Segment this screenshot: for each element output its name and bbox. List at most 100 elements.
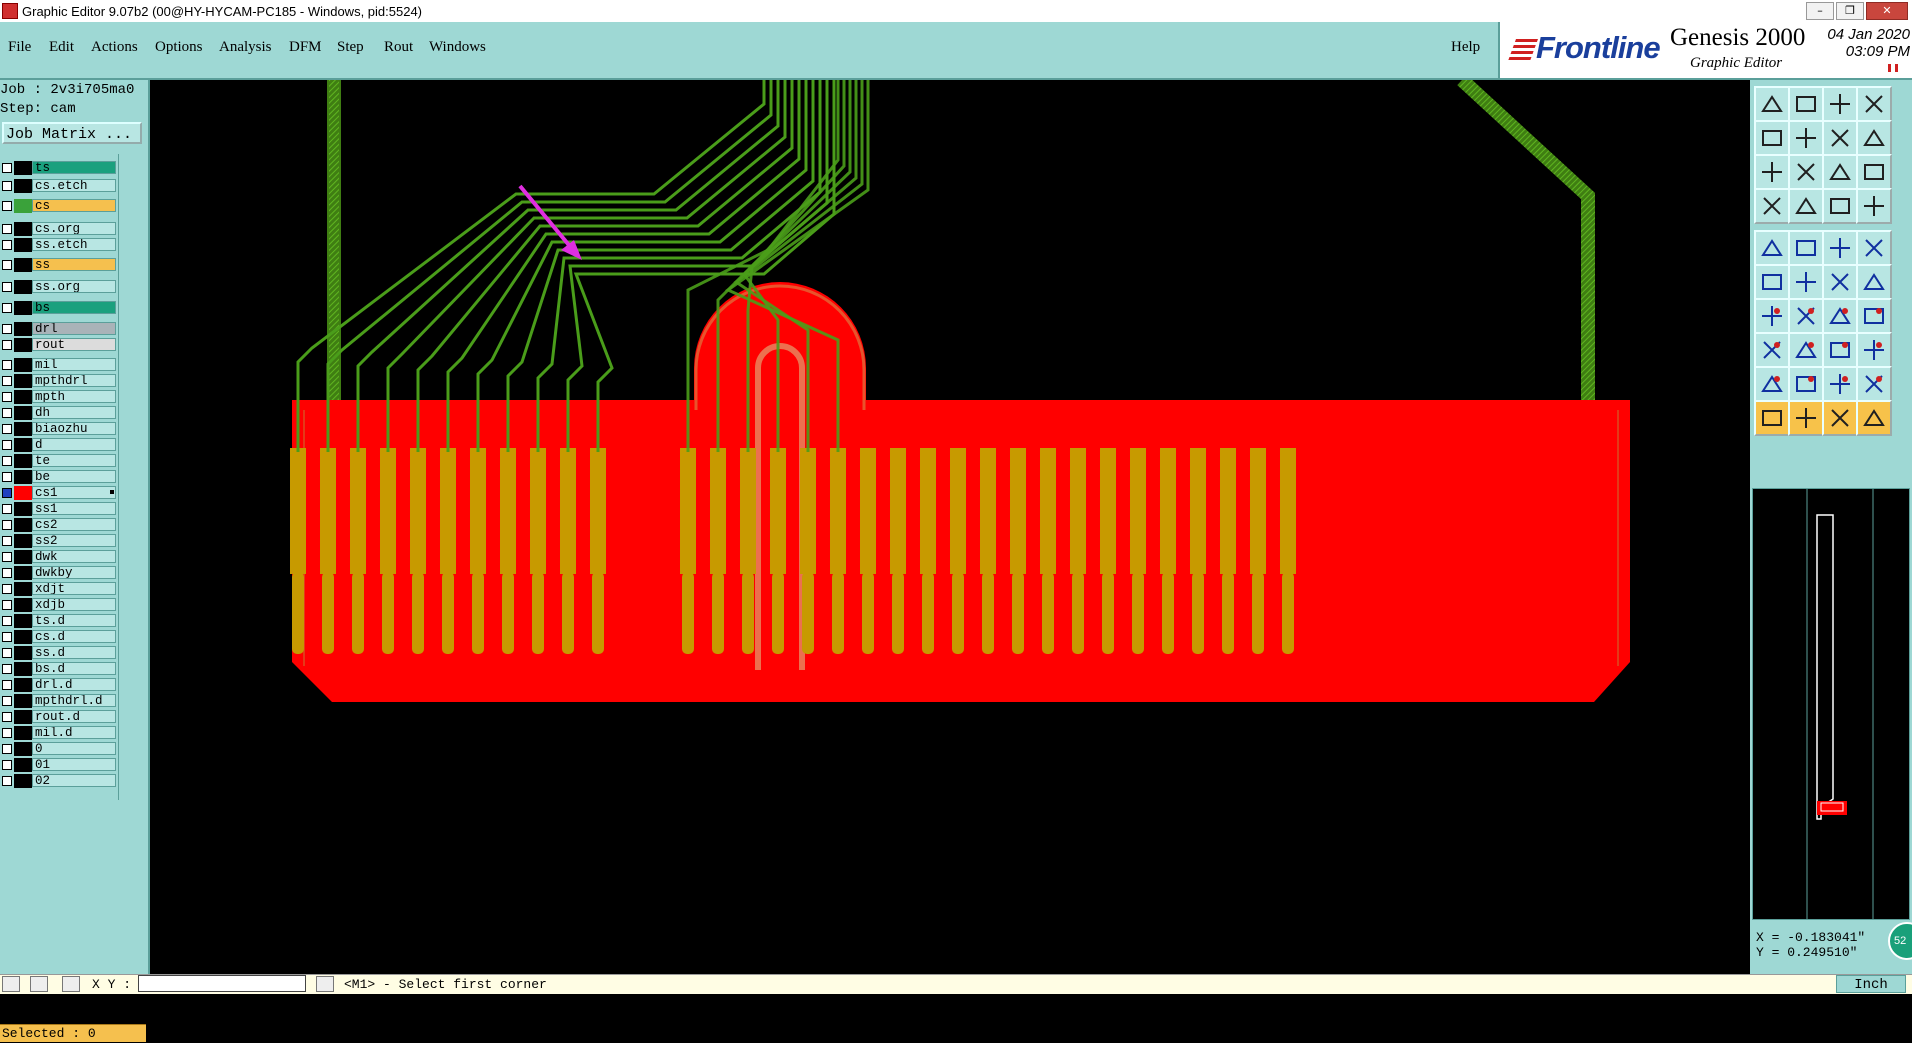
layer-checkbox[interactable]	[2, 163, 12, 173]
layer-color-swatch[interactable]	[14, 199, 32, 213]
layer-checkbox[interactable]	[2, 680, 12, 690]
layer-checkbox[interactable]	[2, 664, 12, 674]
layer-row-ss-d[interactable]: ss.d	[0, 646, 118, 660]
minus-icon[interactable]	[1788, 332, 1824, 368]
layer-name[interactable]: cs	[32, 199, 116, 212]
bridge-icon[interactable]	[1822, 366, 1858, 402]
layer-row-0[interactable]: 0	[0, 742, 118, 756]
layer-row-d[interactable]: d	[0, 438, 118, 452]
layer-checkbox[interactable]	[2, 360, 12, 370]
layer-row-ss1[interactable]: ss1	[0, 502, 118, 516]
pad-icon[interactable]	[1754, 230, 1790, 266]
layer-row-dwkby[interactable]: dwkby	[0, 566, 118, 580]
layer-checkbox[interactable]	[2, 712, 12, 722]
layer-row-ss-etch[interactable]: ss.etch	[0, 238, 118, 252]
layer-checkbox[interactable]	[2, 536, 12, 546]
layer-color-swatch[interactable]	[14, 258, 32, 272]
units-button[interactable]: Inch	[1836, 975, 1906, 993]
layer-name[interactable]: bs.d	[32, 662, 116, 675]
edge-icon[interactable]	[1754, 298, 1790, 334]
layer-checkbox[interactable]	[2, 696, 12, 706]
layer-row-cs[interactable]: cs	[0, 199, 118, 213]
layer-name[interactable]: mpthdrl	[32, 374, 116, 387]
layer-color-swatch[interactable]	[14, 179, 32, 193]
layer-name[interactable]: rout	[32, 338, 116, 351]
menu-options[interactable]: Options	[155, 39, 203, 56]
select-box-icon[interactable]	[1788, 400, 1824, 436]
layer-color-swatch[interactable]	[14, 502, 32, 516]
layer-name[interactable]: ts.d	[32, 614, 116, 627]
layer-checkbox[interactable]	[2, 340, 12, 350]
layer-row-mil-d[interactable]: mil.d	[0, 726, 118, 740]
layer-name[interactable]: ss2	[32, 534, 116, 547]
layers-icon[interactable]	[1822, 188, 1858, 224]
layer-checkbox[interactable]	[2, 600, 12, 610]
pause-icon[interactable]	[1888, 64, 1898, 72]
layer-color-swatch[interactable]	[14, 630, 32, 644]
layer-color-swatch[interactable]	[14, 161, 32, 175]
layer-checkbox[interactable]	[2, 728, 12, 738]
minimize-icon[interactable]: –	[1806, 2, 1834, 20]
layer-color-swatch[interactable]	[14, 486, 32, 500]
layer-row-cs-d[interactable]: cs.d	[0, 630, 118, 644]
layer-checkbox[interactable]	[2, 744, 12, 754]
layer-color-swatch[interactable]	[14, 662, 32, 676]
layer-checkbox[interactable]	[2, 376, 12, 386]
layer-checkbox[interactable]	[2, 408, 12, 418]
select-poly-icon[interactable]	[1822, 400, 1858, 436]
menu-analysis[interactable]: Analysis	[219, 39, 272, 56]
menu-windows[interactable]: Windows	[429, 39, 486, 56]
layer-name[interactable]: 01	[32, 758, 116, 771]
layer-row-ts-d[interactable]: ts.d	[0, 614, 118, 628]
layer-checkbox[interactable]	[2, 282, 12, 292]
save-icon[interactable]	[1788, 86, 1824, 122]
route-icon[interactable]	[1856, 400, 1892, 436]
level-icon[interactable]	[1856, 366, 1892, 402]
zoom-out-icon[interactable]	[1788, 120, 1824, 156]
layer-row-cs-org[interactable]: cs.org	[0, 222, 118, 236]
layer-row-mpthdrl[interactable]: mpthdrl	[0, 374, 118, 388]
layer-color-swatch[interactable]	[14, 694, 32, 708]
layer-color-swatch[interactable]	[14, 338, 32, 352]
layer-name[interactable]: ss.org	[32, 280, 116, 293]
layer-color-swatch[interactable]	[14, 280, 32, 294]
layer-row-cs1[interactable]: cs1	[0, 486, 118, 500]
layer-checkbox[interactable]	[2, 520, 12, 530]
layer-row-cs2[interactable]: cs2	[0, 518, 118, 532]
layer-name[interactable]: ss.d	[32, 646, 116, 659]
layer-checkbox[interactable]	[2, 240, 12, 250]
layer-row-mpth[interactable]: mpth	[0, 390, 118, 404]
close-icon[interactable]: ✕	[1866, 2, 1908, 20]
layer-checkbox[interactable]	[2, 568, 12, 578]
grid-icon[interactable]	[1788, 188, 1824, 224]
layer-row-dh[interactable]: dh	[0, 406, 118, 420]
layer-row-bs-d[interactable]: bs.d	[0, 662, 118, 676]
help-icon[interactable]	[1856, 154, 1892, 190]
layer-name[interactable]: 02	[32, 774, 116, 787]
layer-name[interactable]: ss	[32, 258, 116, 271]
layer-checkbox[interactable]	[2, 440, 12, 450]
layer-color-swatch[interactable]	[14, 222, 32, 236]
layer-checkbox[interactable]	[2, 472, 12, 482]
shape-icon[interactable]	[1788, 230, 1824, 266]
layer-name[interactable]: cs2	[32, 518, 116, 531]
cursor-icon[interactable]	[316, 976, 334, 992]
menu-rout[interactable]: Rout	[384, 39, 413, 56]
layer-row-02[interactable]: 02	[0, 774, 118, 788]
fit-icon[interactable]	[1754, 154, 1790, 190]
triangle-icon[interactable]	[1754, 366, 1790, 402]
layer-checkbox[interactable]	[2, 303, 12, 313]
layer-color-swatch[interactable]	[14, 390, 32, 404]
layer-checkbox[interactable]	[2, 776, 12, 786]
layer-name[interactable]: drl.d	[32, 678, 116, 691]
layer-checkbox[interactable]	[2, 456, 12, 466]
layer-checkbox[interactable]	[2, 424, 12, 434]
mirror-icon[interactable]	[1856, 298, 1892, 334]
layer-color-swatch[interactable]	[14, 374, 32, 388]
layer-color-swatch[interactable]	[14, 566, 32, 580]
layer-row-ss[interactable]: ss	[0, 258, 118, 272]
zoom-in-icon[interactable]	[1754, 120, 1790, 156]
layer-row-te[interactable]: te	[0, 454, 118, 468]
layer-color-swatch[interactable]	[14, 358, 32, 372]
copy-icon[interactable]	[1856, 332, 1892, 368]
